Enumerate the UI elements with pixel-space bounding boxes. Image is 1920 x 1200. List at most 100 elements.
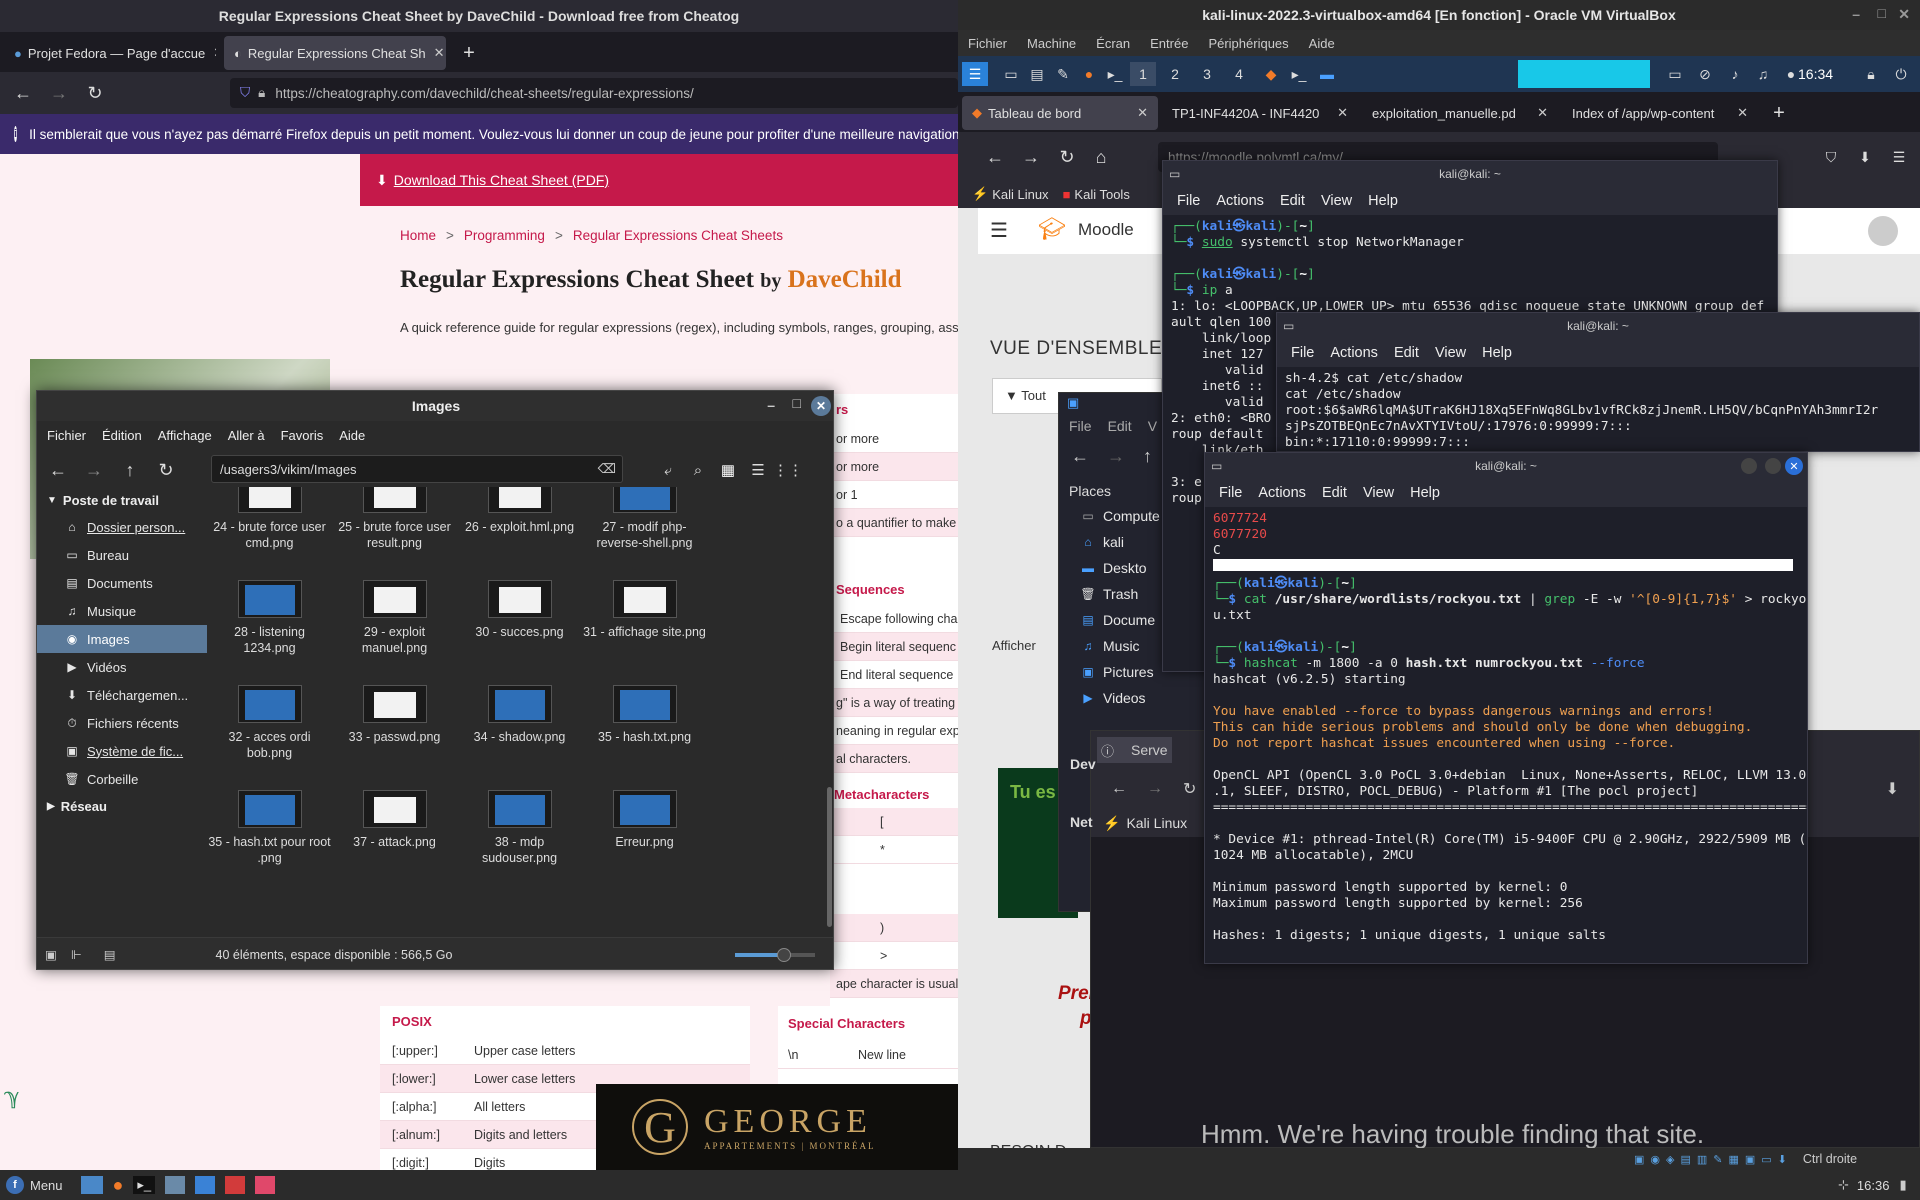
file-item[interactable]: 35 - hash.txt pour root .png (207, 790, 332, 866)
workspace-4[interactable]: 4 (1226, 62, 1252, 86)
maximize-icon[interactable]: □ (1878, 5, 1886, 21)
file-item[interactable]: Erreur.png (582, 790, 707, 850)
tab-cheatsheet[interactable]: ◐ Regular Expressions Cheat Sh ✕ (224, 36, 446, 70)
clear-path-icon[interactable]: ⌫ (598, 461, 616, 477)
search-icon[interactable]: ⌕ (685, 457, 711, 483)
term3-output[interactable]: 6077724 6077720 C ┌──(kali㉿kali)-[~] └─$… (1205, 507, 1807, 948)
close-icon[interactable]: ✕ (1785, 457, 1803, 475)
tab-tableau[interactable]: ◆ Tableau de bord ✕ (962, 96, 1158, 130)
hamburger-icon[interactable]: ☰ (990, 218, 1008, 243)
bell-icon[interactable]: ♫ (1750, 62, 1776, 86)
hamburger-icon[interactable]: ☰ (1886, 144, 1912, 170)
app-icon[interactable] (225, 1176, 246, 1194)
reload-icon[interactable]: ↻ (1054, 144, 1080, 170)
url-bar[interactable]: ⛉ 🔒︎ https://cheatography.com/davechild/… (230, 78, 958, 108)
network-icon[interactable]: ⊹ (1838, 1177, 1849, 1193)
lock-icon[interactable]: 🔒︎ (1858, 62, 1884, 86)
minimize-icon[interactable]: – (1852, 6, 1860, 22)
menu-edition[interactable]: Édition (102, 428, 142, 443)
file-item[interactable]: 29 - exploit manuel.png (332, 580, 457, 656)
download-icon[interactable]: ⬇ (1852, 144, 1878, 170)
menu-aide[interactable]: Aide (1309, 36, 1335, 51)
forward-icon[interactable]: → (81, 457, 107, 483)
terminal-icon[interactable]: ▸_ (133, 1176, 156, 1194)
term2-output[interactable]: sh-4.2$ cat /etc/shadow cat /etc/shadow … (1277, 367, 1919, 451)
up-icon[interactable]: ↑ (1143, 446, 1152, 467)
kali-menu-icon[interactable]: ☰ (962, 62, 988, 86)
menu-aller[interactable]: Aller à (228, 428, 265, 443)
close-icon[interactable]: ✕ (205, 45, 216, 61)
menu-button[interactable]: Menu (30, 1178, 63, 1193)
menu-fichier[interactable]: Fichier (47, 428, 86, 443)
workspace-1[interactable]: 1 (1130, 62, 1156, 86)
tab-index[interactable]: Index of /app/wp-content ✕ (1562, 96, 1758, 130)
window-icon[interactable] (165, 1176, 186, 1194)
maximize-icon[interactable]: □ (793, 395, 801, 411)
fm-path-input[interactable]: /usagers3/vikim/Images ⌫ (211, 455, 623, 483)
menu-favoris[interactable]: Favoris (281, 428, 324, 443)
editor-icon[interactable]: ✎ (1050, 62, 1076, 86)
file-item[interactable]: 26 - exploit.hml.png (457, 487, 582, 535)
file-item[interactable]: 37 - attack.png (332, 790, 457, 850)
close-icon[interactable]: ✕ (1898, 6, 1910, 23)
file-item[interactable]: 35 - hash.txt.png (582, 685, 707, 745)
menu-fichier[interactable]: Fichier (968, 36, 1007, 51)
reload-icon[interactable]: ↻ (153, 457, 179, 483)
reload-icon[interactable]: ↻ (82, 80, 108, 106)
back-icon[interactable]: ← (982, 144, 1008, 170)
sidebar-item-documents[interactable]: ▤ Documents (37, 569, 207, 597)
app-icon[interactable]: ◆ (1258, 62, 1284, 86)
home-icon[interactable]: ⌂ (1088, 144, 1114, 170)
display-icon[interactable]: ▭ (1662, 62, 1688, 86)
folder-icon[interactable]: ▣ (45, 947, 57, 962)
back-icon[interactable]: ← (10, 80, 36, 106)
menu-aide[interactable]: Aide (339, 428, 365, 443)
file-item[interactable]: 25 - brute force user result.png (332, 487, 457, 551)
forward-icon[interactable]: → (1018, 144, 1044, 170)
terminal-window-icon[interactable]: ▸_ (1286, 62, 1312, 86)
host-clock[interactable]: 16:36 (1857, 1178, 1890, 1193)
tab-fedora[interactable]: ● Projet Fedora — Page d'accue ✕ (4, 36, 216, 70)
forward-icon[interactable]: → (46, 80, 72, 106)
back-icon[interactable]: ← (1111, 780, 1127, 798)
firefox-icon[interactable]: ● (113, 1175, 124, 1196)
file-item[interactable]: 28 - listening 1234.png (207, 580, 332, 656)
workspace-3[interactable]: 3 (1194, 62, 1220, 86)
reload-icon[interactable]: ↻ (1183, 779, 1196, 799)
sidebar-item-musique[interactable]: ♫ Musique (37, 597, 207, 625)
crumb-regex[interactable]: Regular Expressions Cheat Sheets (573, 228, 783, 243)
forward-icon[interactable]: → (1107, 446, 1125, 467)
tab-exploitation[interactable]: exploitation_manuelle.pd ✕ (1362, 96, 1558, 130)
vscode-icon[interactable] (195, 1176, 216, 1194)
new-tab-button[interactable]: + (452, 36, 486, 70)
sidebar-item-images[interactable]: ◉ Images (37, 625, 207, 653)
workspace-2[interactable]: 2 (1162, 62, 1188, 86)
download-link[interactable]: Download This Cheat Sheet (PDF) (394, 172, 609, 188)
sidebar-item-home[interactable]: ⌂ Dossier person... (37, 513, 207, 541)
close-icon[interactable]: ✕ (811, 396, 831, 416)
desktop-corner-icon[interactable]: ▮ (1899, 1177, 1906, 1193)
author-link[interactable]: DaveChild (788, 266, 902, 293)
back-icon[interactable]: ← (45, 457, 71, 483)
crumb-programming[interactable]: Programming (464, 228, 545, 243)
back-icon[interactable]: ← (1071, 446, 1089, 467)
sidebar-toggle-icon[interactable]: ▤ (104, 947, 116, 962)
menu-peripheriques[interactable]: Périphériques (1208, 36, 1288, 51)
pocket-icon[interactable]: ⛉ (1818, 144, 1844, 170)
menu-ecran[interactable]: Écran (1096, 36, 1130, 51)
media-icon[interactable] (255, 1176, 276, 1194)
zoom-slider[interactable] (735, 947, 815, 962)
sidebar-item-trash[interactable]: 🗑︎ Corbeille (37, 765, 207, 793)
list-view-icon[interactable]: ☰ (745, 457, 771, 483)
file-item[interactable]: 24 - brute force user cmd.png (207, 487, 332, 551)
compact-view-icon[interactable]: ⋮⋮ (773, 457, 803, 483)
files-icon[interactable] (80, 1176, 103, 1194)
sidebar-heading[interactable]: ▼ Poste de travail (37, 487, 207, 513)
file-item[interactable]: 30 - succes.png (457, 580, 582, 640)
file-item[interactable]: 33 - passwd.png (332, 685, 457, 745)
network-off-icon[interactable]: ⊘ (1692, 62, 1718, 86)
vm-status-icons[interactable]: ▣◉◈▤▥✎▦▣▭⬇ (1634, 1153, 1793, 1166)
close-icon[interactable]: ✕ (426, 45, 445, 61)
crumb-home[interactable]: Home (400, 228, 436, 243)
sidebar-item-downloads[interactable]: ⬇ Téléchargemen... (37, 681, 207, 709)
